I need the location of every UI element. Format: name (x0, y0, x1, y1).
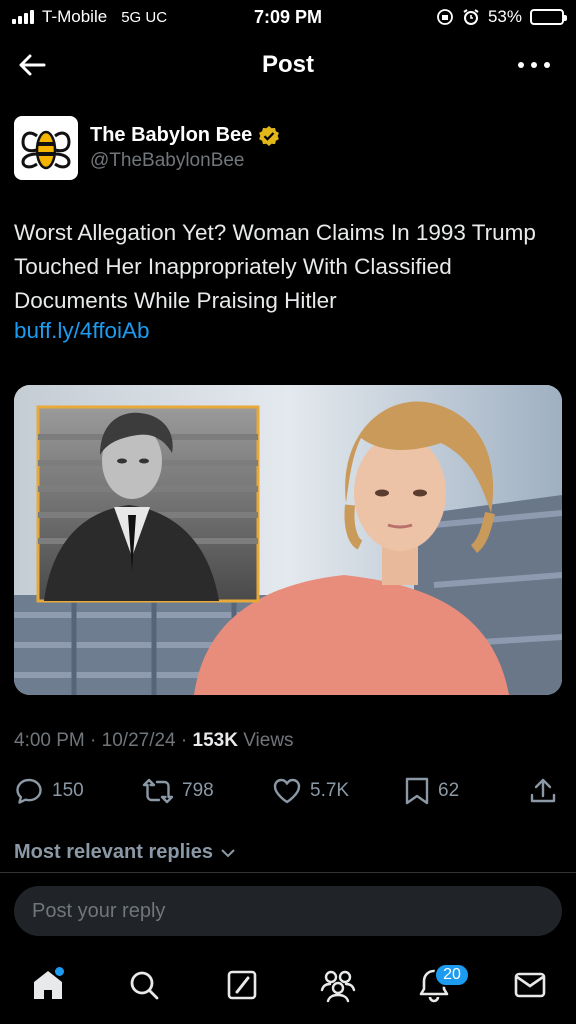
views-count: 153K (192, 730, 238, 751)
communities-icon (320, 970, 356, 1003)
avatar[interactable] (14, 116, 78, 180)
reply-placeholder: Post your reply (32, 899, 166, 922)
repost-button[interactable]: 798 (142, 776, 214, 806)
chevron-down-icon (221, 848, 235, 857)
nav-home[interactable] (26, 963, 70, 1007)
bottom-nav: 20 (0, 955, 576, 1019)
replies-filter[interactable]: Most relevant replies (14, 841, 237, 864)
nav-compose[interactable] (220, 963, 264, 1007)
nav-communities[interactable] (316, 963, 360, 1007)
meta-separator: · (90, 730, 102, 751)
author-name[interactable]: The Babylon Bee (90, 124, 252, 147)
repost-count: 798 (182, 780, 214, 801)
views-label: Views (243, 730, 294, 751)
status-right: 53% (436, 7, 567, 27)
rotation-lock-icon (437, 9, 453, 25)
header: Post (0, 40, 576, 90)
nav-messages[interactable] (508, 963, 552, 1007)
messages-icon (514, 972, 546, 998)
author-handle[interactable]: @TheBabylonBee (90, 150, 280, 172)
tweet-meta: 4:00 PM · 10/27/24 · 153K Views (14, 730, 294, 752)
battery-icon (530, 9, 567, 25)
share-button[interactable] (528, 776, 558, 806)
reply-button[interactable]: 150 (14, 776, 84, 806)
like-icon (273, 778, 301, 804)
battery-percent: 53% (487, 7, 522, 26)
tweet-image[interactable] (14, 385, 562, 695)
like-button[interactable]: 5.7K (272, 776, 349, 806)
babylon-bee-logo (21, 130, 71, 170)
bookmark-button[interactable]: 62 (404, 776, 459, 806)
divider (0, 872, 576, 873)
author-name-row: The Babylon Bee (90, 124, 280, 147)
tweet-text: Worst Allegation Yet? Woman Claims In 19… (14, 220, 536, 313)
repost-icon (142, 778, 174, 804)
bookmark-count: 62 (438, 780, 460, 801)
verified-badge-icon (259, 125, 280, 146)
compose-icon (227, 970, 257, 1000)
image-content (14, 385, 562, 695)
reply-input[interactable]: Post your reply (14, 886, 562, 936)
like-count: 5.7K (310, 780, 350, 801)
reply-count: 150 (52, 780, 84, 801)
home-unread-dot (55, 967, 64, 976)
tweet-link[interactable]: buff.ly/4ffoiAb (14, 318, 150, 344)
page-title: Post (261, 51, 314, 78)
author-row[interactable]: The Babylon Bee @TheBabylonBee (14, 116, 280, 180)
meta-separator: · (180, 730, 193, 751)
replies-filter-label: Most relevant replies (14, 841, 213, 863)
tweet-date: 10/27/24 (101, 730, 176, 751)
action-bar: 150 798 5.7K 62 (14, 776, 562, 812)
share-icon (530, 778, 556, 803)
notifications-badge: 20 (434, 963, 470, 987)
nav-search[interactable] (122, 963, 166, 1007)
alarm-icon (463, 9, 479, 25)
back-arrow-icon[interactable] (16, 50, 48, 80)
author-text: The Babylon Bee @TheBabylonBee (90, 124, 280, 172)
reply-icon (16, 778, 42, 804)
nav-notifications[interactable]: 20 (412, 963, 470, 1007)
more-icon[interactable] (518, 54, 550, 76)
bookmark-icon (405, 777, 429, 805)
status-bar: T-Mobile 5G UC 7:09 PM 53% (0, 0, 576, 34)
tweet-time: 4:00 PM (14, 730, 85, 751)
search-icon (130, 971, 159, 1000)
